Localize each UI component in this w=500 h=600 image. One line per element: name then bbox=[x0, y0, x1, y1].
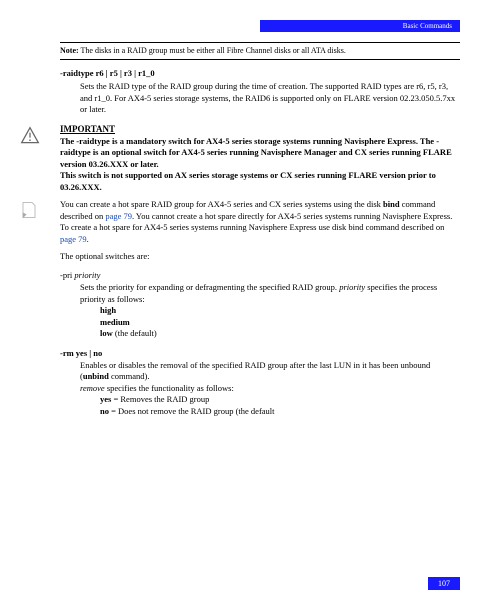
raidtype-heading: -raidtype r6 | r5 | r3 | r1_0 bbox=[60, 68, 460, 78]
callout-text: You can create a hot spare RAID group fo… bbox=[60, 199, 460, 245]
note-label: Note: bbox=[60, 46, 79, 55]
note-text: The disks in a RAID group must be either… bbox=[81, 46, 346, 55]
pri-desc-pre: Sets the priority for expanding or defra… bbox=[80, 282, 339, 292]
note-icon bbox=[20, 201, 40, 221]
important-text: The -raidtype is a mandatory switch for … bbox=[60, 136, 460, 193]
pri-name: -pri bbox=[60, 270, 72, 280]
rm-desc-bold: unbind bbox=[83, 371, 109, 381]
pri-switch: -pri priority bbox=[60, 270, 460, 280]
rm-value-no: no bbox=[100, 406, 109, 416]
page-link[interactable]: page 79 bbox=[105, 211, 132, 221]
rm-name: -rm yes | no bbox=[60, 348, 102, 358]
page-number: 107 bbox=[428, 577, 460, 590]
callout-post: . bbox=[87, 234, 89, 244]
pri-value-low-note: (the default) bbox=[113, 328, 157, 338]
page-link[interactable]: page 79 bbox=[60, 234, 87, 244]
callout-block: You can create a hot spare RAID group fo… bbox=[20, 199, 460, 245]
note-block: Note: The disks in a RAID group must be … bbox=[60, 42, 460, 60]
rm-switch: -rm yes | no bbox=[60, 348, 460, 358]
important-block: IMPORTANT The -raidtype is a mandatory s… bbox=[20, 124, 460, 193]
pri-desc-arg: priority bbox=[339, 282, 365, 292]
raidtype-body: Sets the RAID type of the RAID group dur… bbox=[80, 81, 460, 115]
optional-intro: The optional switches are: bbox=[60, 251, 460, 262]
pri-value-high: high bbox=[100, 305, 116, 315]
page: Basic Commands Note: The disks in a RAID… bbox=[0, 0, 500, 600]
pri-value-medium: medium bbox=[100, 317, 130, 327]
rm-desc-post: specifies the functionality as follows: bbox=[105, 383, 234, 393]
header-section-bar: Basic Commands bbox=[260, 20, 460, 32]
callout-pre: You can create a hot spare RAID group fo… bbox=[60, 199, 383, 209]
pri-desc: Sets the priority for expanding or defra… bbox=[80, 282, 460, 339]
rm-value-no-note: = Does not remove the RAID group (the de… bbox=[109, 406, 275, 416]
rm-value-yes-note: = Removes the RAID group bbox=[111, 394, 209, 404]
rm-desc-mid: command). bbox=[109, 371, 150, 381]
important-label: IMPORTANT bbox=[60, 124, 460, 134]
callout-bold: bind bbox=[383, 199, 400, 209]
pri-value-low: low bbox=[100, 328, 113, 338]
rm-value-yes: yes bbox=[100, 394, 111, 404]
warning-icon bbox=[20, 126, 40, 148]
pri-arg: priority bbox=[74, 270, 100, 280]
rm-desc: Enables or disables the removal of the s… bbox=[80, 360, 460, 417]
rm-desc-arg: remove bbox=[80, 383, 105, 393]
